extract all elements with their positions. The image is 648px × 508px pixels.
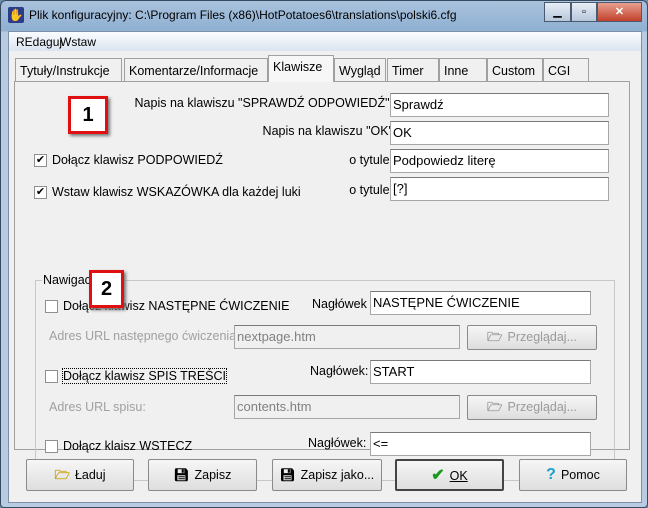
load-button[interactable]: 🗁 Ładuj [26,459,134,491]
navigation-group: Nawigacja Dołącz klawisz NASTĘPNE ĆWICZE… [35,273,615,481]
annotation-marker-1: 1 [68,96,108,134]
hint-checkbox[interactable]: ✔ [34,154,47,167]
menu-bar: REdaguj Wstaw [9,32,641,51]
maximize-button[interactable]: ▫ [571,2,597,22]
annotation-marker-2: 2 [89,270,124,308]
save-as-label: Zapisz jako... [300,468,375,482]
back-header-input[interactable]: <= [370,432,591,456]
back-checkbox[interactable] [45,440,58,453]
clue-title-label: o tytule: [349,183,393,197]
tab-custom[interactable]: Custom [487,58,543,81]
next-url-label: Adres URL następnego ćwiczenia [49,329,237,343]
clue-title-input[interactable]: [?] [390,177,609,201]
hint-title-label: o tytule: [349,153,393,167]
next-header-label: Nagłówek [312,297,367,311]
next-url-input[interactable]: nextpage.htm [234,325,460,349]
contents-header-input[interactable]: START [370,360,591,384]
ok-label: OK [449,469,468,483]
tab-inne[interactable]: Inne [439,58,487,81]
ok-button-label: Napis na klawiszu "OK" [262,124,393,138]
app-icon: ✋ [8,7,24,23]
save-label: Zapisz [194,468,232,482]
minimize-button[interactable]: ▁ [544,2,571,22]
menu-redaguj[interactable]: REdaguj [16,35,62,49]
klawisze-panel: Napis na klawiszu "SPRAWDŹ ODPOWIEDŹ": S… [14,81,630,481]
contents-url-label: Adres URL spisu: [49,400,146,414]
contents-url-input[interactable]: contents.htm [234,395,460,419]
tab-komentarze[interactable]: Komentarze/Informacje [124,58,268,81]
next-browse-button[interactable]: 🗁 Przeglądaj... [467,325,597,350]
config-window: ✋ Plik konfiguracyjny: C:\Program Files … [0,0,648,508]
load-label: Ładuj [74,468,106,482]
back-header-label: Nagłówek: [308,436,367,450]
save-as-button[interactable]: 💾︎ Zapisz jako... [272,459,382,491]
hint-title-input[interactable]: Podpowiedz literę [390,149,609,173]
check-button-input[interactable]: Sprawdź [390,93,609,117]
ok-button-input[interactable]: OK [390,121,609,145]
save-button[interactable]: 💾︎ Zapisz [148,459,257,491]
client-area: REdaguj Wstaw Tytuły/Instrukcje Komentar… [8,31,642,503]
contents-header-label: Nagłówek: [310,364,369,378]
contents-checkbox[interactable] [45,370,58,383]
folder-icon: 🗁 [487,400,503,414]
clue-checkbox[interactable]: ✔ [34,186,47,199]
hint-checkbox-label: Dołącz klawisz PODPOWIEDŹ [52,153,223,167]
tab-tytuly[interactable]: Tytuły/Instrukcje [15,58,122,81]
next-header-input[interactable]: NASTĘPNE ĆWICZENIE [370,291,591,315]
back-checkbox-label: Dołącz klaisz WSTECZ [63,439,193,453]
tab-wyglad[interactable]: Wygląd [334,58,386,81]
browse-label: Przeglądaj... [507,330,577,344]
next-checkbox[interactable] [45,300,58,313]
window-title: Plik konfiguracyjny: C:\Program Files (x… [29,8,457,22]
floppy-disk-question-icon: 💾︎ [279,468,296,482]
question-mark-icon: ? [546,466,556,483]
contents-checkbox-label: Dołącz klawisz SPIS TREŚCI [61,368,228,384]
help-button[interactable]: ? Pomoc [519,459,627,491]
contents-browse-button[interactable]: 🗁 Przeglądaj... [467,395,597,420]
tab-timer[interactable]: Timer [387,58,439,81]
browse-label: Przeglądaj... [507,400,577,414]
clue-checkbox-label: Wstaw klawisz WSKAZÓWKA dla każdej luki [52,185,301,199]
floppy-disk-icon: 💾︎ [173,468,190,482]
check-button-label: Napis na klawiszu "SPRAWDŹ ODPOWIEDŹ": [134,96,393,110]
ok-button[interactable]: ✔ OK [395,459,504,491]
help-label: Pomoc [560,468,600,482]
tab-klawisze[interactable]: Klawisze [268,55,334,82]
close-button[interactable]: ✕ [597,2,642,22]
menu-wstaw[interactable]: Wstaw [60,35,96,49]
folder-open-icon: 🗁 [54,468,70,482]
checkmark-icon: ✔ [431,467,445,484]
folder-icon: 🗁 [487,330,503,344]
tab-cgi[interactable]: CGI [543,58,589,81]
